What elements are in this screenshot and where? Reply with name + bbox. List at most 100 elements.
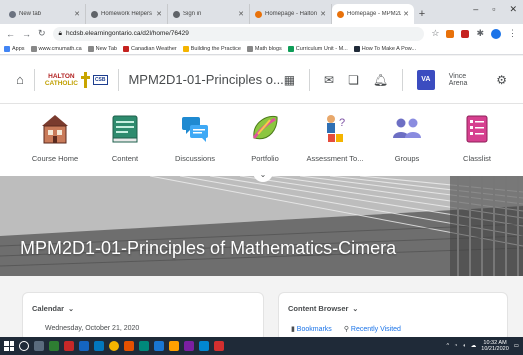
bookmark-item[interactable]: How To Make A Pow... bbox=[353, 45, 416, 52]
windows-start-icon[interactable] bbox=[4, 341, 14, 351]
new-tab-button[interactable]: + bbox=[414, 4, 430, 24]
forward-icon[interactable]: → bbox=[22, 29, 31, 39]
minimize-button[interactable]: – bbox=[473, 4, 478, 15]
extension-icon[interactable] bbox=[446, 29, 455, 38]
browser-tab[interactable]: Sign in ✕ bbox=[168, 4, 250, 24]
tab-close-icon[interactable]: ✕ bbox=[238, 10, 244, 18]
bookmark-item[interactable]: www.cmumath.ca bbox=[30, 45, 82, 52]
url-input[interactable]: 🔒︎ hcdsb.elearningontario.ca/d2l/home/76… bbox=[52, 26, 425, 41]
volume-icon[interactable]: ◖ bbox=[462, 343, 465, 349]
onedrive-icon[interactable]: ☁ bbox=[471, 343, 477, 349]
extension-icon[interactable] bbox=[461, 29, 470, 38]
star-icon[interactable]: ☆ bbox=[431, 28, 439, 39]
nav-label: Discussions bbox=[174, 154, 215, 163]
course-navigation: Course Home Content Discussions Portfoli… bbox=[0, 104, 523, 176]
app-icon[interactable] bbox=[64, 341, 74, 351]
puzzle-icon[interactable]: ✱ bbox=[476, 28, 484, 39]
bookmark-label: Apps bbox=[12, 45, 25, 52]
school-logo[interactable]: HALTON CATHOLIC CSB bbox=[45, 71, 108, 88]
assessment-icon: ? bbox=[320, 112, 350, 146]
recently-visited-link[interactable]: ⚲ Recently Visited bbox=[344, 325, 401, 333]
nav-label: Course Home bbox=[31, 154, 79, 163]
maximize-button[interactable]: ▫ bbox=[492, 4, 495, 15]
nav-item-groups[interactable]: Groups bbox=[372, 112, 442, 163]
network-icon[interactable]: ◔ bbox=[454, 343, 457, 349]
app-icon[interactable] bbox=[154, 341, 164, 351]
chevron-down-icon[interactable]: ⌄ bbox=[352, 306, 358, 313]
home-icon[interactable]: ⌂ bbox=[16, 72, 24, 87]
nav-item-portfolio[interactable]: Portfolio bbox=[230, 112, 300, 163]
bookmark-item[interactable]: Curriculum Unit - M... bbox=[287, 45, 348, 52]
app-icon[interactable] bbox=[124, 341, 134, 351]
update-alerts-icon[interactable]: 🔔︎ bbox=[373, 73, 388, 87]
divider bbox=[33, 68, 35, 91]
bookmark-item[interactable]: Math blogs bbox=[246, 45, 282, 52]
classlist-icon bbox=[462, 112, 492, 146]
browser-tab-active[interactable]: Homepage - MPM2D1 ✕ bbox=[332, 4, 414, 24]
task-view-icon[interactable] bbox=[34, 341, 44, 351]
nav-item-content[interactable]: Content bbox=[90, 112, 160, 163]
user-name[interactable]: Vince Arena bbox=[449, 73, 482, 87]
bookmark-item[interactable]: Apps bbox=[4, 45, 25, 52]
bookmark-item[interactable]: Canadian Weather bbox=[122, 45, 177, 52]
widget-header[interactable]: Calendar ⌄ bbox=[23, 293, 263, 313]
profile-avatar[interactable] bbox=[491, 28, 501, 39]
nav-label: Groups bbox=[394, 154, 420, 163]
bookmark-label: www.cmumath.ca bbox=[38, 45, 82, 52]
link-label: Recently Visited bbox=[350, 326, 401, 333]
app-icon[interactable] bbox=[139, 341, 149, 351]
notifications-icon[interactable]: ▭ bbox=[514, 343, 519, 349]
widget-header[interactable]: Content Browser ⌄ bbox=[279, 293, 507, 313]
cross-icon bbox=[80, 71, 90, 88]
back-icon[interactable]: ← bbox=[6, 29, 15, 39]
taskbar-clock[interactable]: 10:32 AM 10/21/2020 bbox=[481, 340, 509, 352]
nav-label: Portfolio bbox=[251, 154, 279, 163]
search-icon[interactable] bbox=[19, 341, 29, 351]
browser-tab[interactable]: Homepage - Halton ✕ bbox=[250, 4, 332, 24]
bookmark-item[interactable]: Building the Practice bbox=[182, 45, 241, 52]
logo-text: HALTON CATHOLIC bbox=[45, 73, 78, 87]
chrome-icon[interactable] bbox=[109, 341, 119, 351]
bookmarks-link[interactable]: ▮ Bookmarks bbox=[291, 325, 332, 333]
tab-favicon-icon bbox=[91, 10, 98, 18]
course-selector-grid-icon[interactable]: ▦ bbox=[284, 73, 295, 87]
nav-item-course-home[interactable]: Course Home bbox=[20, 112, 90, 163]
app-icon[interactable] bbox=[184, 341, 194, 351]
browser-extensions: ☆ ✱ ⋮ bbox=[431, 28, 517, 39]
tab-title: Homepage - Halton bbox=[265, 11, 318, 17]
excel-icon[interactable] bbox=[49, 341, 59, 351]
logo-line: HALTON bbox=[48, 72, 75, 80]
close-window-button[interactable]: ✕ bbox=[509, 4, 517, 15]
bookmark-item[interactable]: New Tab bbox=[87, 45, 117, 52]
logo-line: CATHOLIC bbox=[44, 79, 78, 87]
url-text: hcdsb.elearningontario.ca/d2l/home/76429 bbox=[66, 30, 189, 37]
browser-tab[interactable]: New tab ✕ bbox=[4, 4, 86, 24]
tab-close-icon[interactable]: ✕ bbox=[403, 10, 409, 18]
app-icon[interactable] bbox=[199, 341, 209, 351]
course-title[interactable]: MPM2D1-01-Principles o... bbox=[128, 72, 283, 87]
clock-date: 10/21/2020 bbox=[481, 346, 509, 352]
content-icon bbox=[110, 112, 140, 146]
word-icon[interactable] bbox=[79, 341, 89, 351]
settings-gear-icon[interactable]: ⚙ bbox=[496, 73, 507, 87]
tab-close-icon[interactable]: ✕ bbox=[74, 10, 80, 18]
chevron-up-icon[interactable]: ^ bbox=[447, 343, 450, 349]
menu-dots-icon[interactable]: ⋮ bbox=[508, 28, 517, 39]
subscription-alerts-icon[interactable]: ❏ bbox=[348, 73, 359, 87]
nav-item-discussions[interactable]: Discussions bbox=[160, 112, 230, 163]
tab-close-icon[interactable]: ✕ bbox=[156, 10, 162, 18]
user-avatar[interactable]: VA bbox=[416, 69, 435, 90]
file-explorer-icon[interactable] bbox=[169, 341, 179, 351]
acrobat-icon[interactable] bbox=[214, 341, 224, 351]
chevron-down-icon[interactable]: ⌄ bbox=[68, 306, 74, 313]
nav-item-classlist[interactable]: Classlist bbox=[442, 112, 512, 163]
globe-icon bbox=[246, 45, 253, 52]
edge-icon[interactable] bbox=[94, 341, 104, 351]
bookmark-label: Curriculum Unit - M... bbox=[295, 45, 348, 52]
browser-tab[interactable]: Homework Helpers | HCDSB✕ bbox=[86, 4, 168, 24]
message-alerts-icon[interactable]: ✉ bbox=[324, 73, 334, 87]
reload-icon[interactable]: ↻ bbox=[38, 28, 46, 39]
portfolio-icon bbox=[250, 112, 280, 146]
tab-close-icon[interactable]: ✕ bbox=[320, 10, 326, 18]
nav-item-assessment[interactable]: ? Assessment To... bbox=[300, 112, 370, 163]
